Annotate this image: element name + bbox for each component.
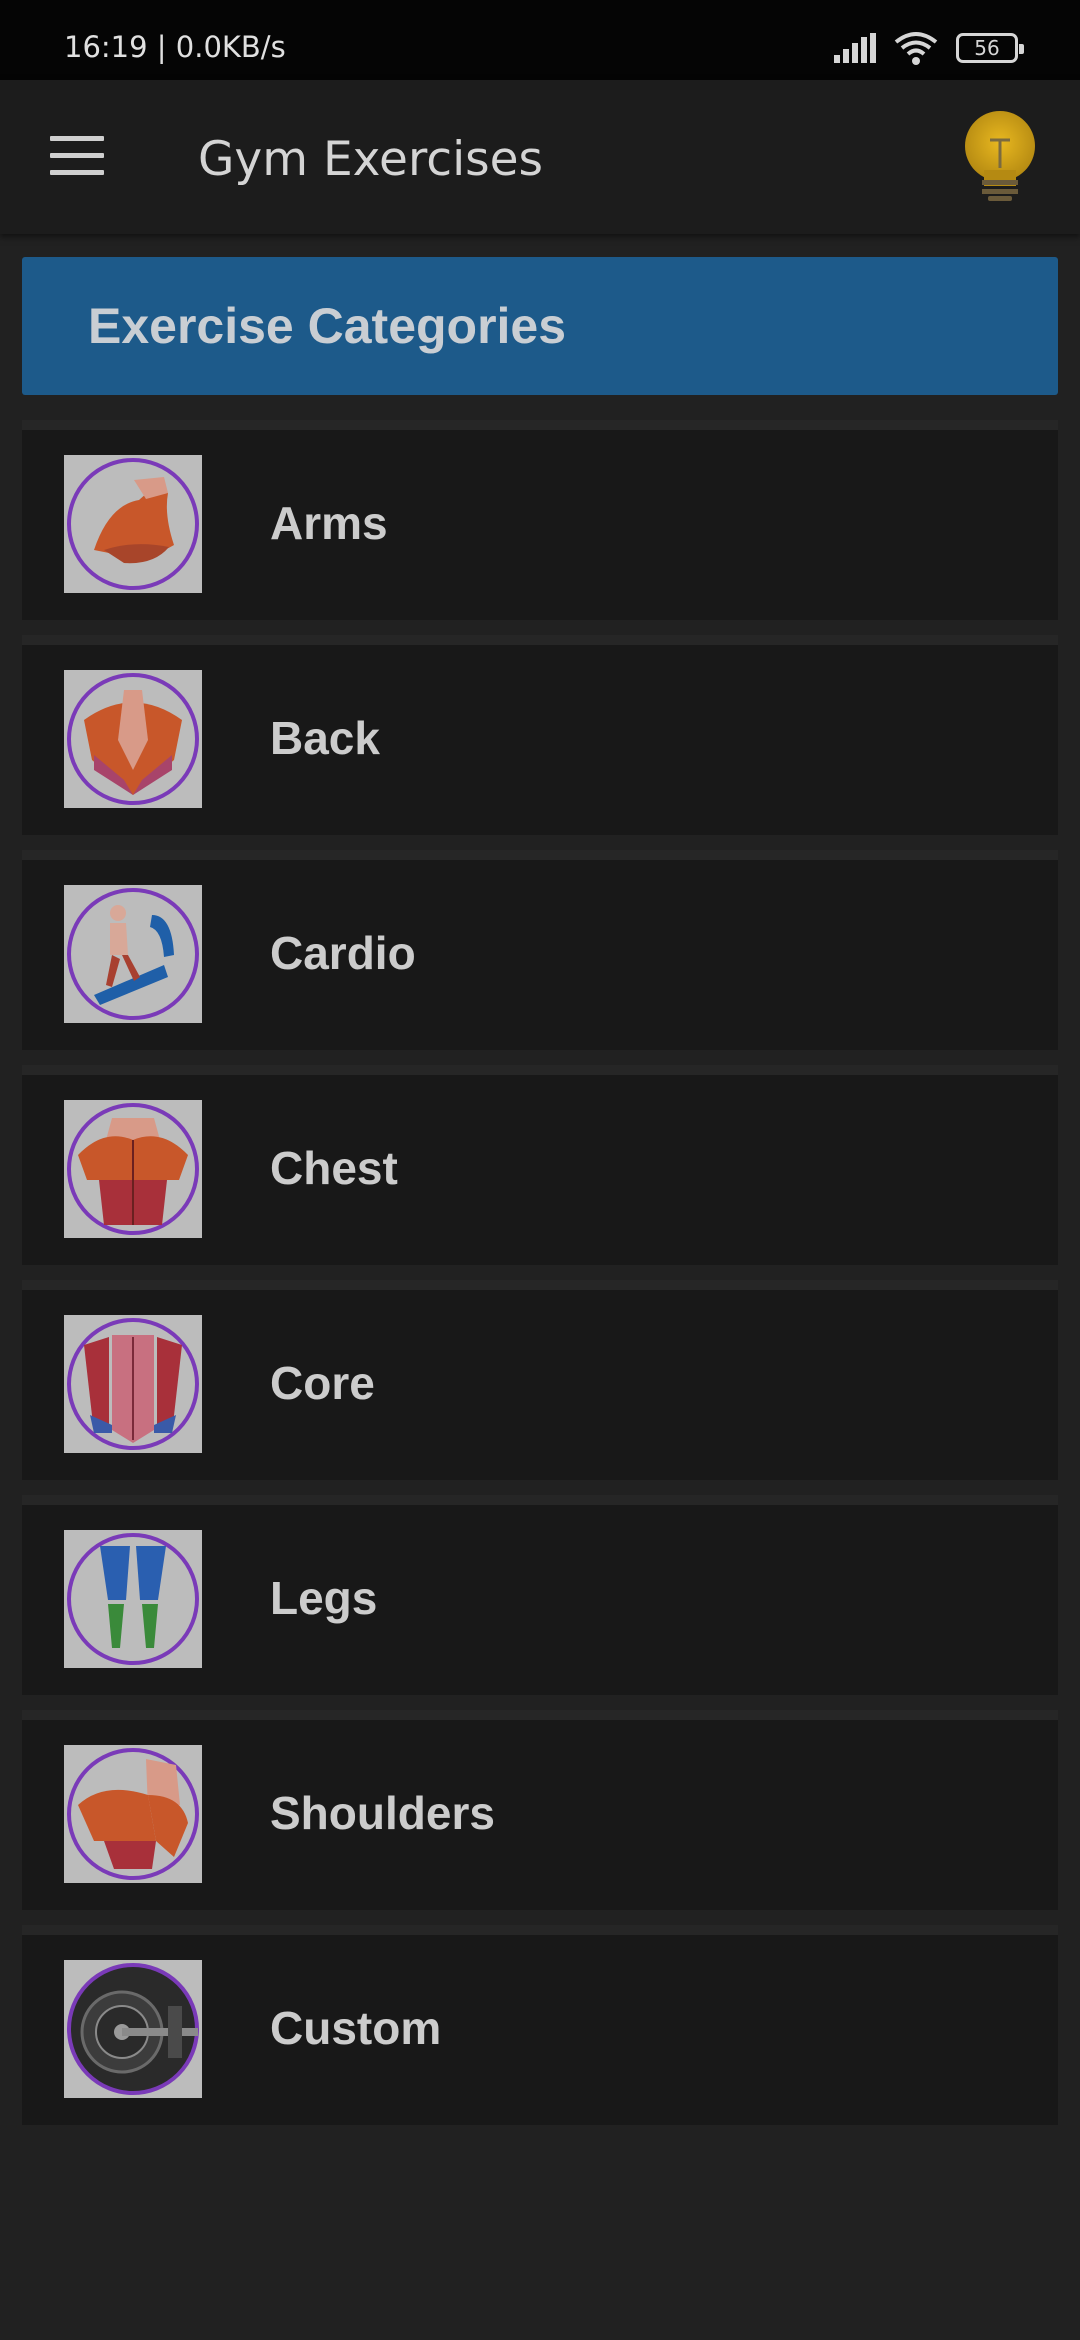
category-label: Legs [270, 1572, 378, 1624]
category-item-cardio[interactable]: Cardio [22, 850, 1058, 1050]
category-list: Arms Back Cardio Chest Core Legs Shoulde… [22, 420, 1058, 2140]
status-icons: 56 [834, 28, 1024, 68]
category-item-back[interactable]: Back [22, 635, 1058, 835]
category-item-legs[interactable]: Legs [22, 1495, 1058, 1695]
category-header: Exercise Categories [22, 257, 1058, 395]
abs-muscle-icon [64, 1315, 202, 1453]
status-bar: 16:19 | 0.0KB/s 56 [0, 0, 1080, 80]
battery-icon: 56 [956, 33, 1024, 63]
category-item-arms[interactable]: Arms [22, 420, 1058, 620]
weight-plates-icon [64, 1960, 202, 2098]
category-item-chest[interactable]: Chest [22, 1065, 1058, 1265]
hamburger-menu-icon[interactable] [50, 136, 104, 176]
category-item-custom[interactable]: Custom [22, 1925, 1058, 2125]
category-label: Shoulders [270, 1787, 495, 1839]
category-header-title: Exercise Categories [88, 298, 567, 354]
category-item-core[interactable]: Core [22, 1280, 1058, 1480]
app-screen: 16:19 | 0.0KB/s 56 Gym Exercises Exercis… [0, 0, 1080, 2340]
treadmill-runner-icon [64, 885, 202, 1023]
arms-muscle-icon [64, 455, 202, 593]
shoulder-muscle-icon [64, 1745, 202, 1883]
signal-icon [834, 33, 876, 63]
category-label: Back [270, 712, 380, 764]
app-bar: Gym Exercises [0, 80, 1080, 234]
wifi-icon [894, 32, 938, 65]
back-muscle-icon [64, 670, 202, 808]
lightbulb-icon[interactable] [958, 110, 1042, 202]
battery-level: 56 [974, 36, 1000, 60]
category-label: Cardio [270, 927, 416, 979]
category-label: Core [270, 1357, 375, 1409]
chest-muscle-icon [64, 1100, 202, 1238]
category-label: Custom [270, 2002, 442, 2054]
category-item-shoulders[interactable]: Shoulders [22, 1710, 1058, 1910]
legs-muscle-icon [64, 1530, 202, 1668]
status-time-network: 16:19 | 0.0KB/s [64, 30, 286, 64]
category-label: Chest [270, 1142, 398, 1194]
category-label: Arms [270, 497, 388, 549]
app-title: Gym Exercises [198, 132, 544, 187]
